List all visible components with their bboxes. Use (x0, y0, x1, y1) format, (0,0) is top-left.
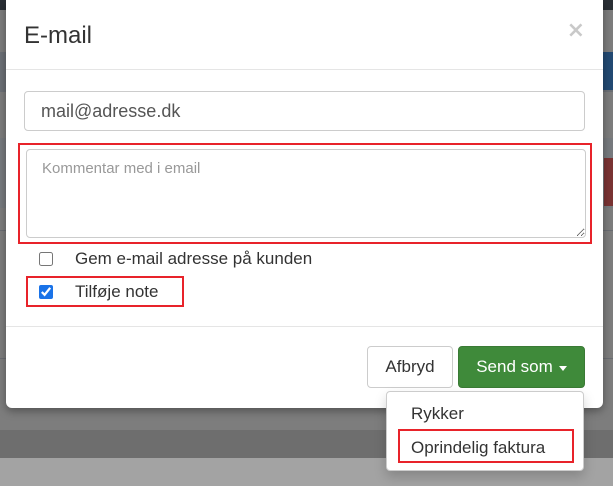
add-note-label: Tilføje note (75, 282, 159, 301)
background-status-badge (604, 158, 613, 206)
send-as-label: Send som (476, 357, 553, 376)
add-note-row: Tilføje note (39, 282, 158, 302)
send-as-button[interactable]: Send som (458, 346, 585, 388)
dropdown-item-rykker[interactable]: Rykker (387, 404, 583, 424)
send-as-dropdown: Rykker Oprindelig faktura (386, 391, 584, 471)
dropdown-item-oprindelig-faktura[interactable]: Oprindelig faktura (387, 438, 583, 458)
comment-highlight-box (18, 143, 592, 244)
add-note-checkbox[interactable] (39, 285, 53, 299)
modal-title: E-mail (24, 22, 93, 49)
modal-header: E-mail × (6, 0, 603, 70)
close-button[interactable]: × (567, 20, 585, 42)
close-icon: × (566, 18, 585, 43)
save-email-label: Gem e-mail adresse på kunden (75, 249, 313, 268)
cancel-button[interactable]: Afbryd (367, 346, 453, 388)
caret-down-icon (558, 366, 567, 371)
save-email-row: Gem e-mail adresse på kunden (39, 249, 312, 269)
background-button (603, 52, 613, 90)
email-input[interactable] (24, 91, 585, 131)
email-modal: E-mail × Gem e-mail adresse på kunden Ti… (6, 0, 603, 408)
comment-textarea[interactable] (26, 149, 586, 238)
save-email-checkbox[interactable] (39, 252, 53, 266)
